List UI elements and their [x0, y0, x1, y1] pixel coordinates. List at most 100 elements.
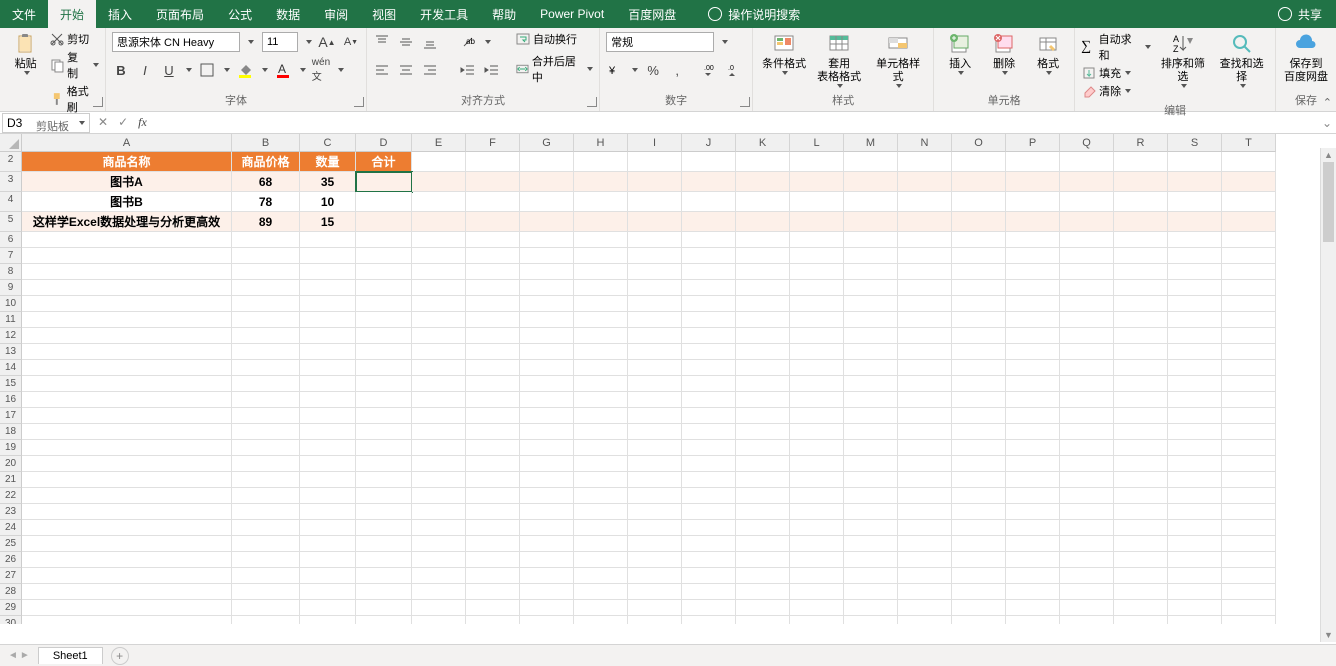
cell[interactable] [1222, 296, 1276, 312]
cell[interactable] [1006, 248, 1060, 264]
cell[interactable] [736, 440, 790, 456]
row-header[interactable]: 28 [0, 584, 22, 600]
cell[interactable] [520, 344, 574, 360]
cell[interactable] [628, 232, 682, 248]
cell[interactable] [628, 264, 682, 280]
cell[interactable] [898, 616, 952, 624]
tab-home[interactable]: 开始 [48, 0, 96, 28]
cell[interactable] [898, 504, 952, 520]
cell[interactable] [1006, 280, 1060, 296]
cell[interactable] [466, 232, 520, 248]
number-launcher[interactable] [740, 97, 750, 107]
cell[interactable] [790, 248, 844, 264]
cell[interactable] [898, 456, 952, 472]
cell[interactable] [1006, 328, 1060, 344]
cell[interactable] [1168, 408, 1222, 424]
cell[interactable] [1222, 472, 1276, 488]
format-table-button[interactable]: 套用 表格格式 [813, 30, 865, 90]
cell[interactable] [412, 392, 466, 408]
cell[interactable] [356, 328, 412, 344]
cell[interactable] [736, 616, 790, 624]
cell[interactable] [232, 296, 300, 312]
cell[interactable] [682, 408, 736, 424]
cell[interactable] [628, 152, 682, 172]
cell[interactable] [952, 408, 1006, 424]
cell[interactable] [952, 280, 1006, 296]
cell[interactable]: 商品价格 [232, 152, 300, 172]
cell[interactable] [1168, 520, 1222, 536]
cell[interactable] [1114, 280, 1168, 296]
align-left-button[interactable] [373, 61, 391, 79]
tab-insert[interactable]: 插入 [96, 0, 144, 28]
fx-icon[interactable]: fx [138, 115, 147, 130]
cell[interactable] [300, 600, 356, 616]
cell[interactable] [898, 520, 952, 536]
cell[interactable] [1006, 504, 1060, 520]
cell[interactable] [682, 440, 736, 456]
cell[interactable] [232, 360, 300, 376]
cell[interactable] [1168, 552, 1222, 568]
cell[interactable] [1006, 456, 1060, 472]
tell-me-search[interactable]: 操作说明搜索 [708, 6, 800, 23]
cell[interactable] [22, 472, 232, 488]
cell[interactable] [412, 440, 466, 456]
cell[interactable] [682, 312, 736, 328]
cell[interactable] [412, 152, 466, 172]
cell[interactable] [1006, 360, 1060, 376]
row-header[interactable]: 15 [0, 376, 22, 392]
cell[interactable] [412, 568, 466, 584]
cell[interactable] [22, 616, 232, 624]
cell[interactable] [952, 504, 1006, 520]
cell[interactable] [628, 296, 682, 312]
cell[interactable] [574, 584, 628, 600]
cell[interactable] [736, 456, 790, 472]
cell[interactable] [844, 328, 898, 344]
chevron-down-icon[interactable] [722, 40, 728, 44]
row-header[interactable]: 21 [0, 472, 22, 488]
scroll-up-button[interactable]: ▲ [1321, 148, 1336, 162]
cell[interactable] [682, 584, 736, 600]
cell[interactable] [682, 212, 736, 232]
cell[interactable] [790, 152, 844, 172]
cell[interactable] [844, 584, 898, 600]
cell[interactable]: 78 [232, 192, 300, 212]
cell[interactable] [574, 360, 628, 376]
cell[interactable] [466, 376, 520, 392]
sheet-tab[interactable]: Sheet1 [38, 647, 103, 664]
cell[interactable] [1006, 536, 1060, 552]
italic-button[interactable]: I [136, 61, 154, 79]
cell[interactable] [1222, 248, 1276, 264]
cell[interactable] [1006, 376, 1060, 392]
cell[interactable] [466, 172, 520, 192]
cell[interactable] [1114, 392, 1168, 408]
row-header[interactable]: 11 [0, 312, 22, 328]
cell[interactable] [22, 504, 232, 520]
cell[interactable] [682, 488, 736, 504]
align-bottom-button[interactable] [421, 33, 439, 51]
cell[interactable] [1222, 408, 1276, 424]
cell[interactable] [574, 552, 628, 568]
cell[interactable] [356, 520, 412, 536]
cell[interactable] [898, 568, 952, 584]
column-header[interactable]: N [898, 134, 952, 152]
cell[interactable] [736, 408, 790, 424]
cell[interactable] [22, 344, 232, 360]
cell[interactable] [628, 568, 682, 584]
cell[interactable] [300, 392, 356, 408]
cell[interactable] [232, 472, 300, 488]
align-center-button[interactable] [397, 61, 415, 79]
cell[interactable] [300, 520, 356, 536]
cell[interactable] [22, 440, 232, 456]
column-header[interactable]: T [1222, 134, 1276, 152]
cell[interactable] [1006, 172, 1060, 192]
cell[interactable] [412, 600, 466, 616]
cell[interactable] [628, 504, 682, 520]
cell[interactable] [1114, 616, 1168, 624]
tab-help[interactable]: 帮助 [480, 0, 528, 28]
cell[interactable] [232, 520, 300, 536]
cell[interactable] [1006, 192, 1060, 212]
cell[interactable] [952, 520, 1006, 536]
cell[interactable] [952, 192, 1006, 212]
cell[interactable]: 68 [232, 172, 300, 192]
cell[interactable] [1006, 212, 1060, 232]
